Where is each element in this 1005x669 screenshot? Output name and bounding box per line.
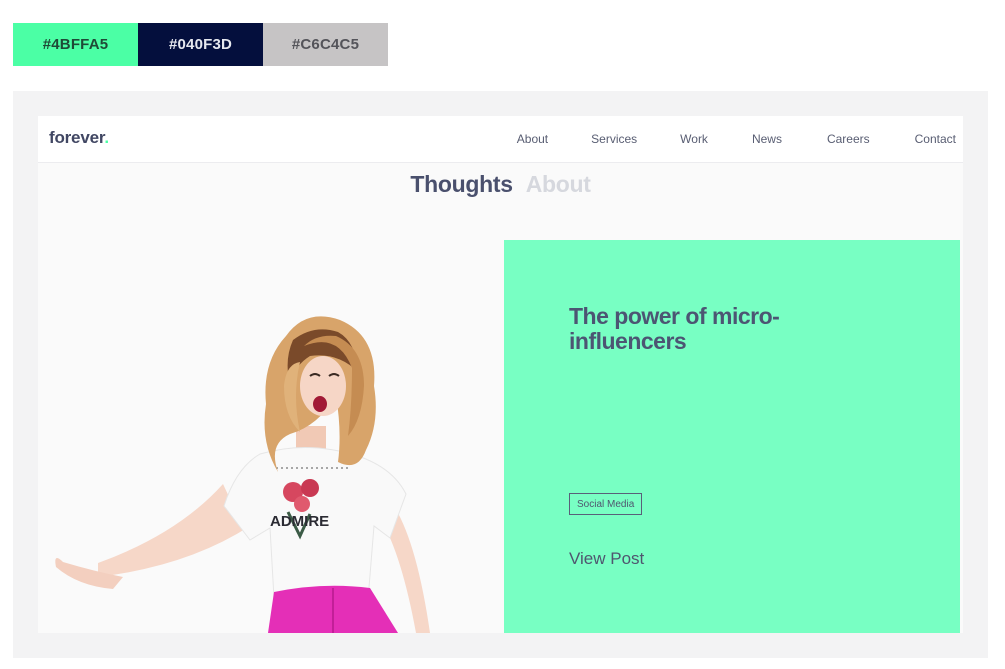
post-card[interactable]: The power of micro-influencers Social Me… (504, 240, 960, 633)
nav-link-contact[interactable]: Contact (915, 132, 956, 146)
swatch-navy: #040F3D (138, 23, 263, 66)
nav-link-about[interactable]: About (517, 132, 548, 146)
logo-dot: . (104, 128, 109, 147)
nav-link-news[interactable]: News (752, 132, 782, 146)
swatch-grey: #C6C4C5 (263, 23, 388, 66)
logo-text: forever (49, 128, 105, 147)
hero-photo: ADMIRE (55, 316, 430, 633)
shirt-print-text: ADMIRE (270, 513, 329, 530)
swatch-mint: #4BFFA5 (13, 23, 138, 66)
mockup-frame: forever. About Services Work News Career… (13, 91, 988, 658)
nav-link-work[interactable]: Work (680, 132, 708, 146)
nav-links: About Services Work News Careers Contact (517, 116, 963, 162)
tab-thoughts[interactable]: Thoughts (410, 171, 513, 198)
nav-link-services[interactable]: Services (591, 132, 637, 146)
nav-link-careers[interactable]: Careers (827, 132, 870, 146)
web-page: forever. About Services Work News Career… (38, 116, 963, 633)
logo[interactable]: forever. (49, 128, 109, 148)
post-tag[interactable]: Social Media (569, 493, 643, 515)
top-nav: forever. About Services Work News Career… (38, 116, 963, 163)
view-post-link[interactable]: View Post (569, 549, 644, 569)
post-title[interactable]: The power of micro-influencers (569, 304, 869, 354)
section-tabs: Thoughts About (38, 171, 963, 198)
tab-about[interactable]: About (526, 171, 591, 198)
color-swatches: #4BFFA5 #040F3D #C6C4C5 (13, 23, 388, 66)
